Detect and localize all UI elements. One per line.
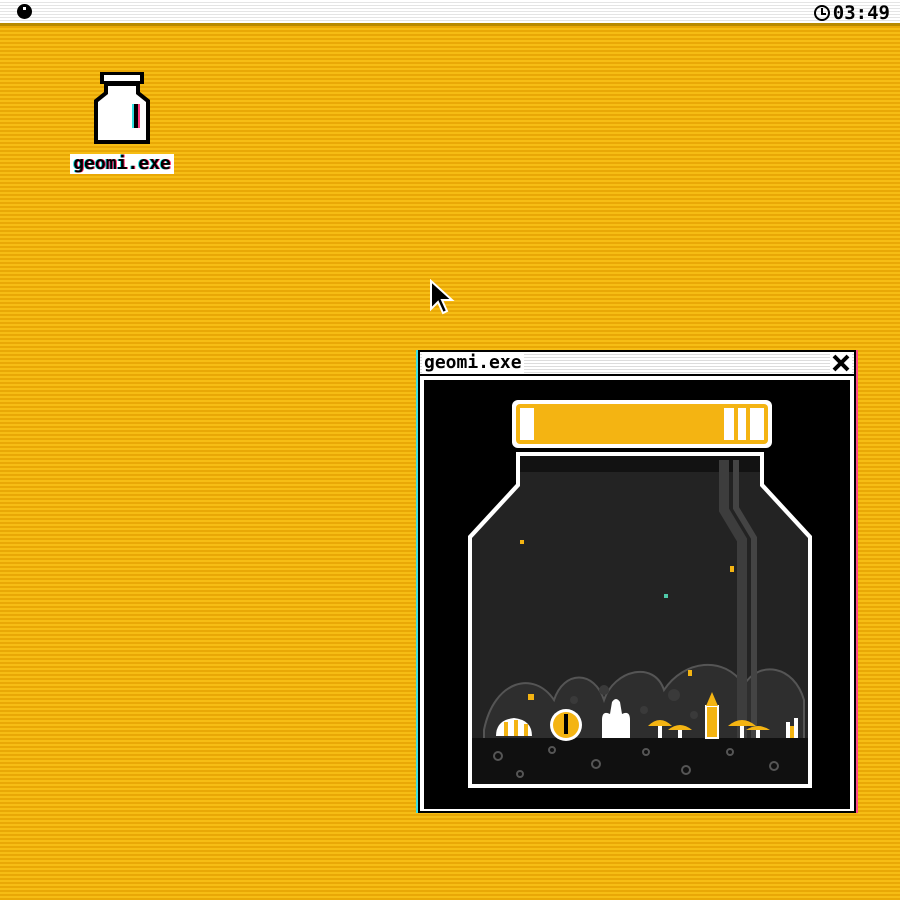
window-titlebar[interactable]: geomi.exe [420,352,854,376]
system-menu-icon[interactable] [17,4,32,19]
window-content [424,380,850,809]
close-icon [832,354,850,372]
desktop-icon-label: geomi.exe [70,154,174,174]
app-window-geomi: geomi.exe [418,350,856,813]
close-button[interactable] [830,353,852,373]
jar-icon [94,72,150,144]
terrarium-scene[interactable] [424,380,850,809]
menu-bar: 03:49 [0,0,900,26]
window-title: geomi.exe [422,352,524,374]
mouse-cursor-icon [430,279,455,315]
menu-clock[interactable]: 03:49 [813,2,890,24]
desktop-icon-geomi[interactable]: geomi.exe [58,70,186,174]
clock-icon [813,5,830,21]
clock-time: 03:49 [832,2,890,24]
